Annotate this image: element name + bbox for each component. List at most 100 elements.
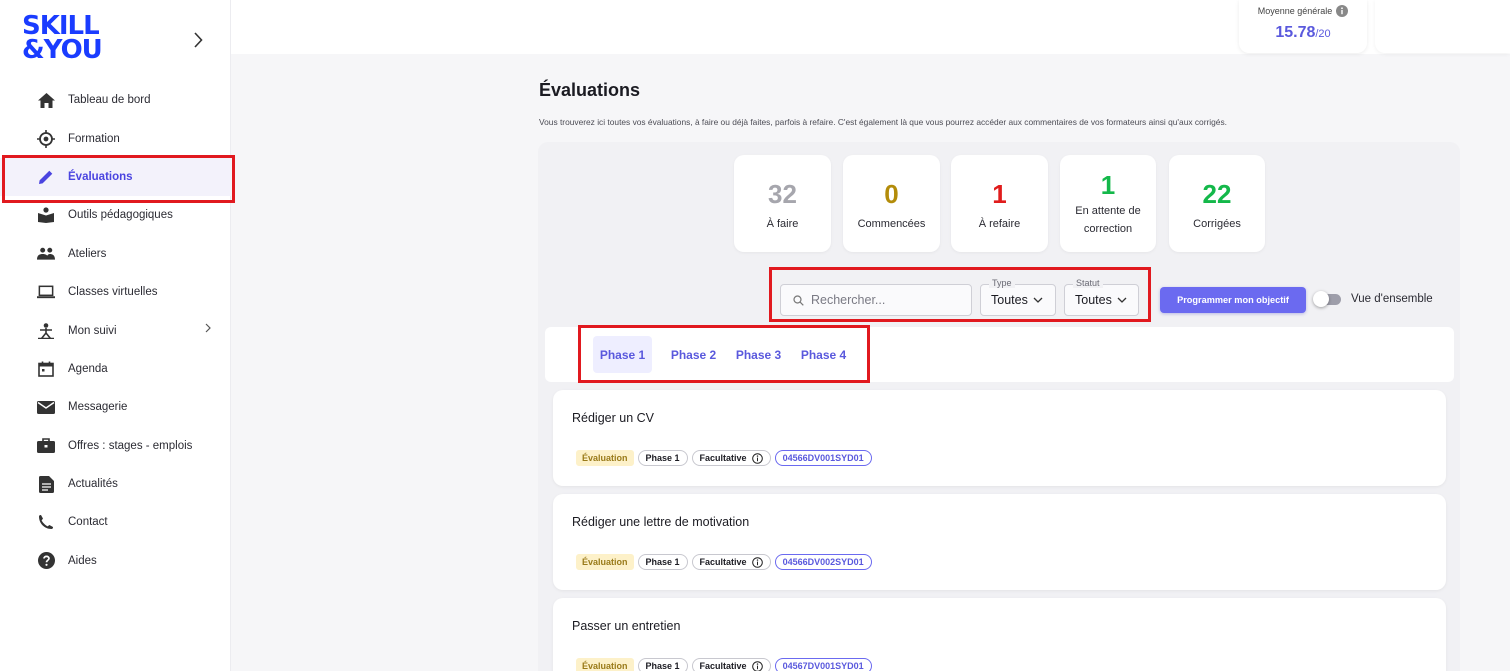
brand-logo[interactable]: SKILL &YOU <box>22 13 103 63</box>
schedule-goal-button[interactable]: Programmer mon objectif <box>1160 287 1306 313</box>
evaluation-code-badge: 04566DV002SYD01 <box>774 554 872 570</box>
status-select[interactable]: Statut Toutes <box>1064 278 1139 316</box>
type-select-label: Type <box>989 278 1015 288</box>
page-description: Vous trouverez ici toutes vos évaluation… <box>539 117 1227 127</box>
target-icon <box>37 129 55 148</box>
evaluation-card[interactable]: Passer un entretien Évaluation Phase 1 F… <box>553 598 1446 671</box>
optional-label: Facultative <box>699 661 747 671</box>
evaluation-title: Passer un entretien <box>572 619 681 633</box>
suivi-icon <box>37 322 55 340</box>
evaluation-code-badge: 04566DV001SYD01 <box>774 450 872 466</box>
average-grade-value: 15.78/20 <box>1239 24 1367 42</box>
evaluation-card[interactable]: Rédiger une lettre de motivation Évaluat… <box>553 494 1446 590</box>
people-icon <box>37 245 55 263</box>
evaluation-tags: Évaluation Phase 1 Facultative 04567DV00… <box>576 658 872 671</box>
info-icon[interactable] <box>751 660 763 671</box>
tab-phase-2[interactable]: Phase 2 <box>664 336 723 373</box>
evaluation-title: Rédiger un CV <box>572 411 654 425</box>
info-icon[interactable] <box>751 452 763 464</box>
sidebar-item-label: Aides <box>68 554 97 567</box>
stat-value: 32 <box>768 179 797 209</box>
book-reader-icon <box>37 206 55 224</box>
stat-label: À faire <box>766 218 799 230</box>
toggle-knob <box>1313 291 1329 307</box>
stat-corrigees[interactable]: 22 Corrigées <box>1169 155 1265 252</box>
sidebar-item-contact[interactable]: Contact <box>0 503 231 541</box>
sidebar-item-label: Agenda <box>68 362 108 375</box>
status-select-label: Statut <box>1073 278 1103 288</box>
average-grade-label: Moyenne générale <box>1239 5 1367 17</box>
stat-value: 1 <box>1100 170 1116 200</box>
type-select[interactable]: Type Toutes <box>980 278 1056 316</box>
tab-phase-4[interactable]: Phase 4 <box>794 336 853 373</box>
sidebar-item-ateliers[interactable]: Ateliers <box>0 235 231 273</box>
stat-en-attente[interactable]: 1 En attente de correction <box>1060 155 1156 252</box>
evaluation-type-badge: Évaluation <box>576 554 634 570</box>
stat-a-faire[interactable]: 32 À faire <box>734 155 831 252</box>
evaluation-tags: Évaluation Phase 1 Facultative 04566DV00… <box>576 450 872 466</box>
sidebar: SKILL &YOU Tableau de bord Formation Éva… <box>0 0 231 671</box>
evaluation-code-badge: 04567DV001SYD01 <box>774 658 872 671</box>
chevron-down-icon <box>1117 297 1127 303</box>
news-icon <box>37 475 55 493</box>
stat-commencees[interactable]: 0 Commencées <box>843 155 940 252</box>
sidebar-toggle-button[interactable] <box>186 28 210 52</box>
sidebar-item-label: Actualités <box>68 478 118 491</box>
page-title: Évaluations <box>539 80 641 100</box>
sidebar-item-label: Évaluations <box>68 170 133 183</box>
optional-label: Facultative <box>699 557 747 567</box>
stat-label: En attente de correction <box>1075 205 1141 235</box>
average-grade-number: 15.78 <box>1275 24 1316 41</box>
sidebar-item-evaluations[interactable]: Évaluations <box>0 157 231 197</box>
chevron-right-icon <box>205 323 211 333</box>
sidebar-item-offres[interactable]: Offres : stages - emplois <box>0 427 231 465</box>
briefcase-icon <box>37 437 55 455</box>
sidebar-item-label: Formation <box>68 132 120 145</box>
stat-label: À refaire <box>978 218 1021 230</box>
search-placeholder: Rechercher... <box>811 293 886 307</box>
sidebar-item-tableau-de-bord[interactable]: Tableau de bord <box>0 81 231 119</box>
optional-label: Facultative <box>699 453 747 463</box>
stat-value: 1 <box>992 179 1007 209</box>
sidebar-item-classes-virtuelles[interactable]: Classes virtuelles <box>0 273 231 311</box>
evaluation-type-badge: Évaluation <box>576 658 634 671</box>
stat-a-refaire[interactable]: 1 À refaire <box>951 155 1048 252</box>
evaluation-tags: Évaluation Phase 1 Facultative 04566DV00… <box>576 554 872 570</box>
header-card <box>1375 0 1510 53</box>
stat-value: 22 <box>1202 179 1232 209</box>
calendar-icon <box>37 360 55 378</box>
sidebar-item-label: Outils pédagogiques <box>68 209 173 222</box>
search-input[interactable]: Rechercher... <box>780 284 972 316</box>
sidebar-item-messagerie[interactable]: Messagerie <box>0 388 231 426</box>
info-icon[interactable] <box>751 556 763 568</box>
info-icon[interactable] <box>1336 5 1349 17</box>
evaluation-optional-badge: Facultative <box>691 658 771 671</box>
evaluation-phase-badge: Phase 1 <box>637 658 688 671</box>
sidebar-item-formation[interactable]: Formation <box>0 119 231 157</box>
chevron-down-icon <box>1033 297 1043 303</box>
tab-phase-3[interactable]: Phase 3 <box>729 336 788 373</box>
overview-toggle-label: Vue d'ensemble <box>1351 293 1433 305</box>
tab-phase-1[interactable]: Phase 1 <box>593 336 652 373</box>
sidebar-item-label: Ateliers <box>68 247 107 260</box>
overview-toggle[interactable] <box>1313 291 1342 307</box>
sidebar-item-aides[interactable]: Aides <box>0 542 231 580</box>
sidebar-item-actualites[interactable]: Actualités <box>0 465 231 503</box>
stat-value: 0 <box>884 179 899 209</box>
sidebar-nav: Tableau de bord Formation Évaluations Ou… <box>0 81 231 580</box>
sidebar-item-label: Mon suivi <box>68 324 117 337</box>
sidebar-item-mon-suivi[interactable]: Mon suivi <box>0 311 231 349</box>
evaluation-type-badge: Évaluation <box>576 450 634 466</box>
sidebar-item-agenda[interactable]: Agenda <box>0 350 231 388</box>
evaluation-card[interactable]: Rédiger un CV Évaluation Phase 1 Faculta… <box>553 390 1446 486</box>
average-grade-suffix: /20 <box>1315 28 1331 40</box>
status-select-value: Toutes <box>1075 293 1112 307</box>
help-icon <box>37 552 55 570</box>
sidebar-item-label: Offres : stages - emplois <box>68 439 193 452</box>
sidebar-item-label: Contact <box>68 516 108 529</box>
stat-label: Commencées <box>857 218 926 230</box>
sidebar-item-outils-pedagogiques[interactable]: Outils pédagogiques <box>0 196 231 234</box>
phone-icon <box>37 513 55 531</box>
laptop-icon <box>37 283 55 301</box>
evaluation-phase-badge: Phase 1 <box>637 450 688 466</box>
